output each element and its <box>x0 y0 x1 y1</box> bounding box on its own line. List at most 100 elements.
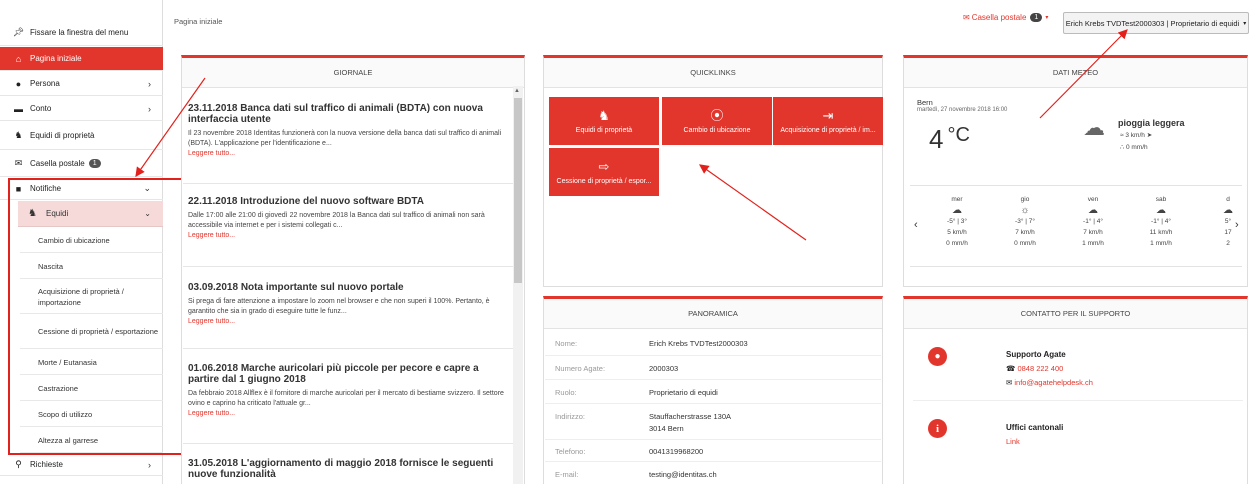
support-agate-title: Supporto Agate <box>1006 350 1066 359</box>
read-more-link[interactable]: Leggere tutto... <box>188 231 510 240</box>
cloud-icon: ☁︎ <box>1156 205 1166 216</box>
weather-wind-value: 3 km/h <box>1125 132 1145 139</box>
support-phone[interactable]: ☎ 0848 222 400 <box>1006 364 1063 373</box>
news-title: 03.09.2018 Nota importante sul nuovo por… <box>188 282 404 293</box>
scroll-thumb[interactable] <box>514 98 522 283</box>
sidebar-pin-item[interactable]: 📌︎ Fissare la finestra del menu <box>0 20 163 46</box>
envelope-icon: ✉ <box>963 13 970 22</box>
user-circle-icon: ● <box>928 347 947 366</box>
forecast-day-label: sab <box>1155 196 1167 203</box>
wind-direction-icon: ➤ <box>1146 132 1153 139</box>
quicklink-cessione[interactable]: ⇨ Cessione di proprietà / espor... <box>549 148 659 196</box>
envelope-icon: ✉ <box>1006 378 1013 387</box>
mailbox-link[interactable]: ✉ Casella postale 1 ▾ <box>963 13 1048 22</box>
forecast-temps: -1° | 4° <box>1083 218 1103 225</box>
horse-icon: ♞ <box>598 107 610 123</box>
read-more-link[interactable]: Leggere tutto... <box>188 317 510 326</box>
breadcrumb[interactable]: Pagina iniziale <box>174 17 222 26</box>
sidebar-item-persona[interactable]: ● Persona › <box>0 72 163 96</box>
cloud-icon: ☁︎ <box>952 205 962 216</box>
sidebar-item-casella[interactable]: ✉ Casella postale 1 <box>0 151 163 177</box>
id-card-icon: ▬ <box>14 103 23 114</box>
weather-datetime: martedì, 27 novembre 2018 16:00 <box>917 107 1008 113</box>
phone-icon: ☎ <box>1006 364 1016 373</box>
user-menu-label: Erich Krebs TVDTest2000303 | Proprietari… <box>1065 18 1240 28</box>
forecast-rain: 2 <box>1226 240 1230 247</box>
user-icon: ● <box>15 78 22 89</box>
weather-temperature: 4 °C <box>929 124 970 155</box>
news-item: 23.11.2018 Banca dati sul traffico di an… <box>188 103 510 158</box>
support-email[interactable]: ✉ info@agatehelpdesk.ch <box>1006 378 1093 387</box>
read-more-link[interactable]: Leggere tutto... <box>188 149 510 158</box>
news-title: 23.11.2018 Banca dati sul traffico di an… <box>188 103 483 125</box>
compass-icon: ⦿ <box>710 107 724 123</box>
divider <box>545 379 881 380</box>
chevron-right-icon: › <box>148 78 151 89</box>
scroll-up-icon[interactable]: ▲ <box>514 88 520 94</box>
overview-value: 2000303 <box>649 364 679 373</box>
search-icon: ⚲ <box>15 459 22 469</box>
weather-temp-value: 4 <box>929 124 944 154</box>
read-more-link[interactable]: Leggere tutto... <box>188 409 510 418</box>
weather-header: DATI METEO <box>904 58 1247 88</box>
divider <box>183 443 513 444</box>
news-title: 31.05.2018 L'aggiornamento di maggio 201… <box>188 458 494 480</box>
forecast-prev-icon[interactable]: ‹ <box>914 219 918 231</box>
overview-value: testing@identitas.ch <box>649 470 717 479</box>
quicklink-cambio-ubicazione[interactable]: ⦿ Cambio di ubicazione <box>662 97 772 145</box>
forecast-next-icon[interactable]: › <box>1235 219 1239 231</box>
weather-temp-unit: °C <box>947 124 970 146</box>
forecast-day-label: gio <box>1020 196 1030 203</box>
news-item: 31.05.2018 L'aggiornamento di maggio 201… <box>188 458 510 480</box>
quicklink-acquisizione[interactable]: ⇥ Acquisizione di proprietà / im... <box>773 97 883 145</box>
forecast-day: sab ☁︎ -1° | 4° 11 km/h 1 mm/h <box>1136 194 1186 249</box>
support-panel: CONTATTO PER IL SUPPORTO <box>903 296 1248 484</box>
forecast-day-label: d <box>1226 196 1230 203</box>
weather-wind: ≈ 3 km/h ➤ <box>1120 131 1152 139</box>
quicklink-label: Acquisizione di proprietà / im... <box>780 126 876 134</box>
news-text: Da febbraio 2018 Allflex è il fornitore … <box>188 390 504 407</box>
overview-value: 0041319968200 <box>649 447 704 456</box>
support-offices-link[interactable]: Link <box>1006 437 1020 446</box>
wind-icon: ≈ <box>1120 132 1124 139</box>
overview-label: Nome: <box>555 339 578 348</box>
weather-rain-value: 0 mm/h <box>1125 144 1148 151</box>
chevron-right-icon: › <box>148 459 151 470</box>
overview-value: Stauffacherstrasse 130A <box>649 412 731 421</box>
sidebar-item-label: Casella postale <box>30 159 85 168</box>
journal-header: GIORNALE <box>182 58 524 88</box>
news-title: 01.06.2018 Marche auricolari più piccole… <box>188 363 479 385</box>
sidebar-item-label: Conto <box>30 104 52 113</box>
annotation-highlight-box <box>8 178 185 455</box>
sidebar-item-home[interactable]: ⌂ Pagina iniziale <box>0 47 163 71</box>
mail-count-badge: 1 <box>88 159 101 168</box>
envelope-icon: ✉ <box>14 158 23 168</box>
sidebar-item-conto[interactable]: ▬ Conto › <box>0 97 163 121</box>
sign-out-icon: ⇨ <box>598 158 610 174</box>
weather-city: Bern <box>917 98 933 107</box>
news-item: 22.11.2018 Introduzione del nuovo softwa… <box>188 196 510 240</box>
support-phone-value: 0848 222 400 <box>1017 364 1064 373</box>
support-offices-title: Uffici cantonali <box>1006 423 1064 432</box>
news-text: Dalle 17:00 alle 21:00 di giovedì 22 nov… <box>188 212 485 229</box>
journal-scrollbar[interactable]: ▲ <box>513 86 523 484</box>
divider <box>545 403 881 404</box>
divider <box>183 348 513 349</box>
mailbox-label: Casella postale <box>971 13 1027 22</box>
divider <box>183 266 513 267</box>
divider <box>913 400 1243 401</box>
sidebar-item-equidi-proprieta[interactable]: ♞ Equidi di proprietà <box>0 122 163 150</box>
user-menu-button[interactable]: Erich Krebs TVDTest2000303 | Proprietari… <box>1063 12 1249 34</box>
divider <box>545 439 881 440</box>
forecast-day: ven ☁︎ -1° | 4° 7 km/h 1 mm/h <box>1068 194 1118 249</box>
quicklink-equidi-proprieta[interactable]: ♞ Equidi di proprietà <box>549 97 659 145</box>
forecast-day-label: ven <box>1087 196 1099 203</box>
forecast-rain: 1 mm/h <box>1082 240 1104 247</box>
sidebar-item-richieste[interactable]: ⚲ Richieste › <box>0 454 163 476</box>
news-text: Si prega di fare attenzione a impostare … <box>188 298 490 315</box>
forecast-wind: 7 km/h <box>1015 229 1035 236</box>
divider <box>183 183 513 184</box>
forecast-rain: 1 mm/h <box>1150 240 1172 247</box>
sidebar-item-label: Persona <box>30 79 60 88</box>
divider <box>545 355 881 356</box>
